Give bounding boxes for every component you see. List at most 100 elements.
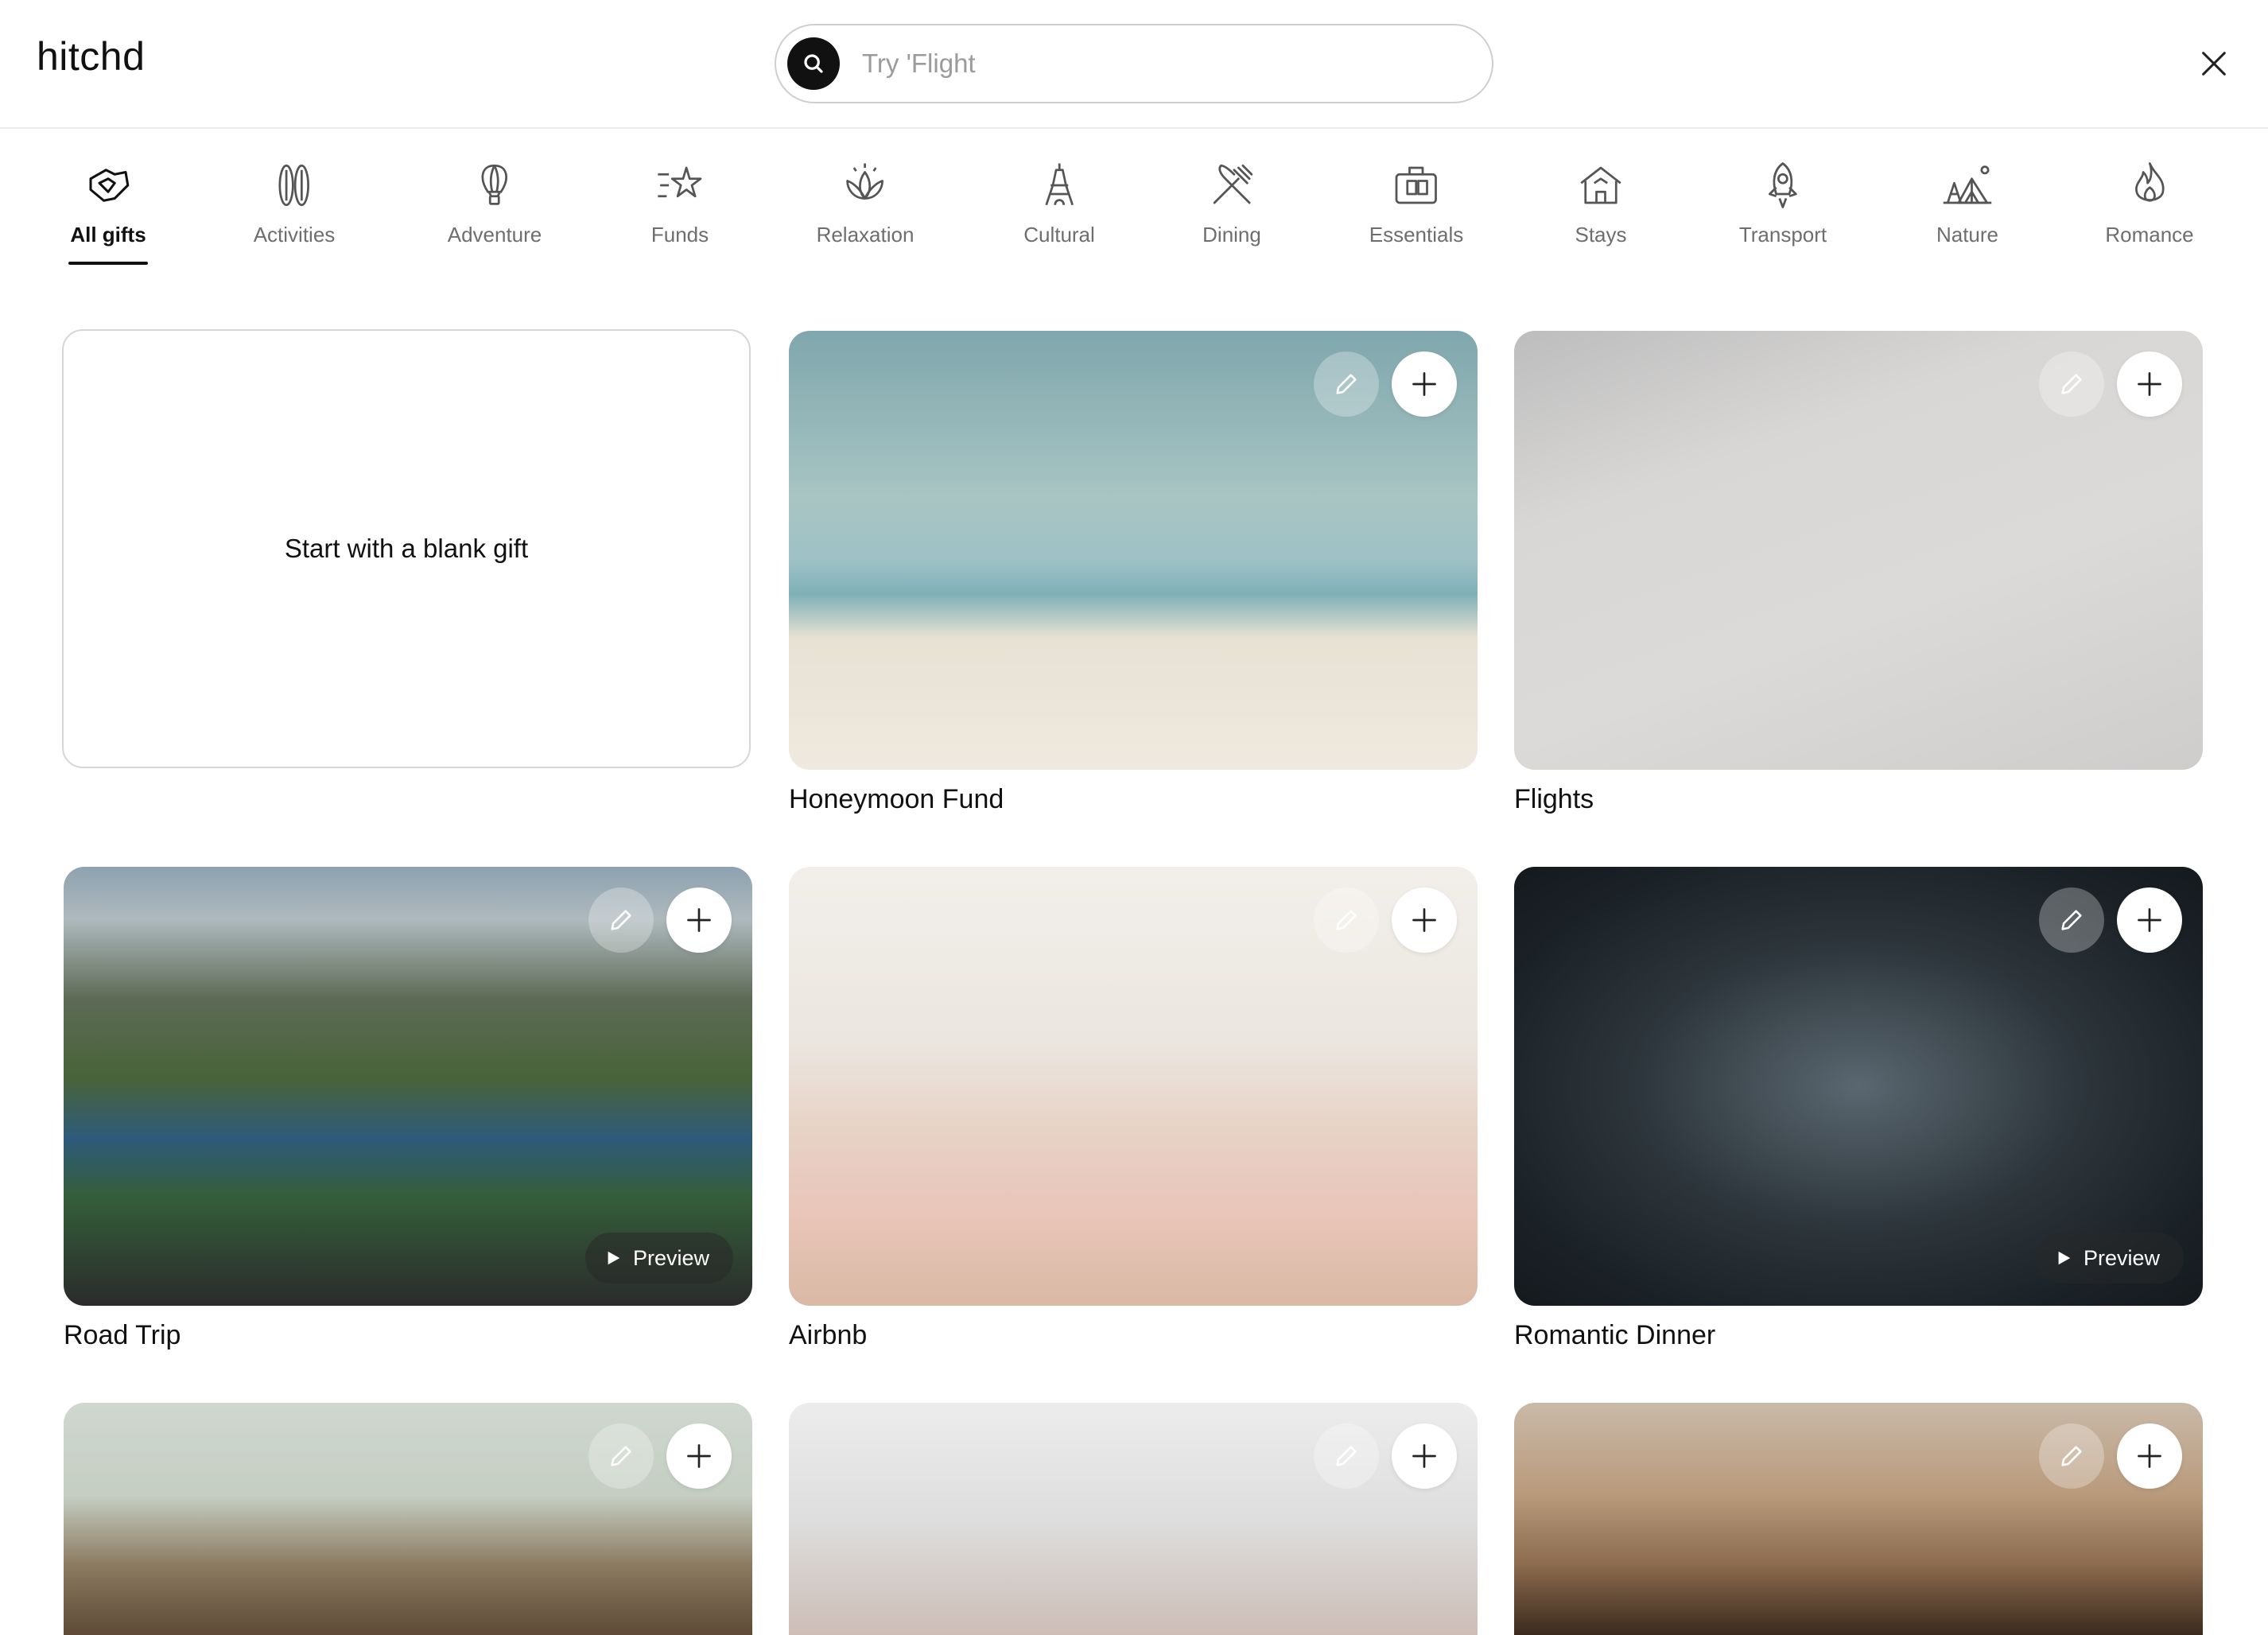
add-button[interactable] (666, 887, 732, 953)
category-label: Dining (1202, 223, 1261, 247)
add-button[interactable] (2117, 1423, 2182, 1489)
add-button[interactable] (2117, 887, 2182, 953)
blank-gift-card[interactable]: Start with a blank gift (62, 329, 751, 768)
edit-button[interactable] (1314, 1423, 1379, 1489)
edit-button[interactable] (588, 1423, 654, 1489)
add-button[interactable] (666, 1423, 732, 1489)
pencil-icon (611, 1446, 631, 1466)
category-label: All gifts (70, 223, 146, 247)
search-bar[interactable] (775, 24, 1493, 103)
category-nature[interactable]: Nature (1936, 159, 1998, 247)
add-button[interactable] (1392, 351, 1457, 417)
plus-icon (687, 908, 711, 932)
edit-button[interactable] (2039, 887, 2104, 953)
close-icon (2202, 52, 2226, 76)
add-button[interactable] (2117, 351, 2182, 417)
gift-card-airbnb[interactable] (789, 867, 1478, 1306)
category-label: Nature (1936, 223, 1999, 247)
surfboards-icon (278, 164, 310, 207)
fork-knife-icon (1213, 164, 1253, 204)
gift-title: Romantic Dinner (1514, 1320, 1716, 1350)
play-icon (608, 1251, 620, 1265)
plus-icon (1412, 372, 1436, 396)
edit-button[interactable] (1314, 351, 1379, 417)
edit-button[interactable] (2039, 1423, 2104, 1489)
gift-title: Road Trip (64, 1320, 181, 1350)
close-button[interactable] (2196, 46, 2231, 81)
eiffel-tower-icon (1045, 163, 1074, 206)
category-relaxation[interactable]: Relaxation (816, 159, 915, 247)
category-romance[interactable]: Romance (2105, 159, 2194, 247)
category-label: Romance (2105, 223, 2194, 247)
category-label: Cultural (1023, 223, 1095, 247)
active-indicator (68, 262, 148, 265)
pencil-icon (1336, 910, 1357, 930)
plus-icon (1412, 908, 1436, 932)
play-icon (2058, 1251, 2071, 1265)
logo[interactable]: hitchd (37, 33, 145, 80)
category-stays[interactable]: Stays (1575, 159, 1627, 247)
preview-label: Preview (632, 1245, 709, 1270)
preview-button[interactable]: Preview (2035, 1233, 2184, 1284)
lotus-icon (846, 163, 884, 200)
category-label: Relaxation (816, 223, 915, 247)
search-input[interactable] (862, 40, 1466, 87)
edit-button[interactable] (588, 887, 654, 953)
top-bar: hitchd (0, 0, 2268, 129)
gift-card-honeymoon-fund[interactable] (789, 331, 1478, 770)
category-nav: All gifts Activities Adventure Funds Rel… (0, 130, 2268, 282)
gift-card-romantic-dinner[interactable]: Preview (1514, 867, 2203, 1306)
category-label: Adventure (447, 223, 542, 247)
search-button[interactable] (787, 37, 840, 90)
mountain-sunset-image (1514, 1403, 2203, 1635)
category-label: Funds (650, 223, 709, 247)
gift-title: Flights (1514, 784, 1594, 814)
blank-gift-label: Start with a blank gift (284, 534, 529, 563)
plus-icon (687, 1444, 711, 1468)
edit-button[interactable] (2039, 351, 2104, 417)
luggage-icon (1395, 166, 1438, 204)
add-button[interactable] (1392, 887, 1457, 953)
pencil-icon (2061, 374, 2082, 394)
plus-icon (2138, 908, 2161, 932)
spa-image (64, 1403, 752, 1635)
flame-icon (2134, 162, 2165, 202)
drinks-image (789, 1403, 1478, 1635)
preview-label: Preview (2083, 1245, 2160, 1270)
category-label: Essentials (1369, 223, 1464, 247)
sparkle-star-icon (658, 166, 702, 198)
category-dining[interactable]: Dining (1202, 159, 1261, 247)
gift-card-spa[interactable] (64, 1403, 752, 1635)
tent-icon (1943, 165, 1992, 204)
add-button[interactable] (1392, 1423, 1457, 1489)
plus-icon (2138, 372, 2161, 396)
gift-card-drinks[interactable] (789, 1403, 1478, 1635)
pencil-icon (1336, 374, 1357, 394)
pencil-icon (1336, 1446, 1357, 1466)
pencil-icon (2061, 1446, 2082, 1466)
gifts-icon (89, 169, 130, 202)
pencil-icon (2061, 910, 2082, 930)
category-label: Transport (1738, 223, 1827, 247)
gift-card-flights[interactable] (1514, 331, 2203, 770)
gift-card-road-trip[interactable]: Preview (64, 867, 752, 1306)
preview-button[interactable]: Preview (584, 1233, 733, 1284)
gift-card-mountain-sunset[interactable] (1514, 1403, 2203, 1635)
search-icon (804, 54, 823, 73)
category-transport[interactable]: Transport (1739, 159, 1827, 247)
pencil-icon (611, 910, 631, 930)
category-all-gifts[interactable]: All gifts (68, 159, 148, 265)
category-adventure[interactable]: Adventure (448, 159, 542, 247)
category-activities[interactable]: Activities (253, 159, 336, 247)
category-cultural[interactable]: Cultural (1023, 159, 1095, 247)
edit-button[interactable] (1314, 887, 1379, 953)
gift-title: Airbnb (789, 1320, 868, 1350)
category-label: Stays (1575, 223, 1627, 247)
category-label: Activities (253, 223, 336, 247)
house-icon (1580, 166, 1621, 204)
hot-air-balloon-icon (481, 164, 508, 205)
rocket-icon (1769, 162, 1797, 208)
category-funds[interactable]: Funds (651, 159, 709, 247)
plus-icon (1412, 1444, 1436, 1468)
category-essentials[interactable]: Essentials (1369, 159, 1464, 247)
